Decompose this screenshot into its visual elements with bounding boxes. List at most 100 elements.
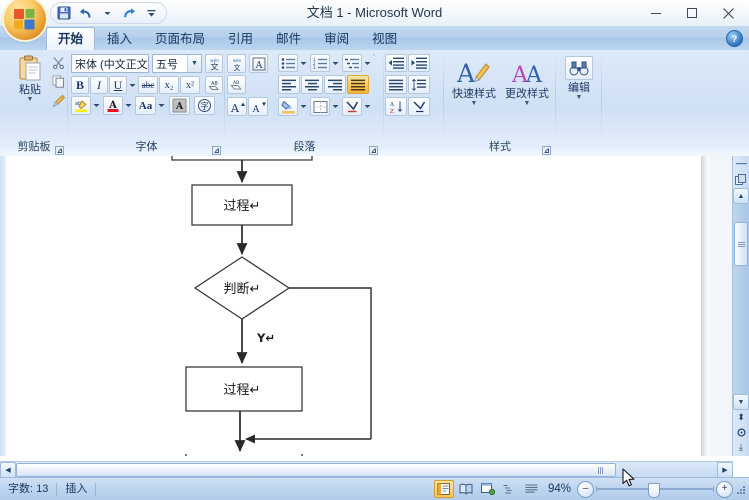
increase-indent-button[interactable] bbox=[408, 54, 430, 72]
align-center-button[interactable] bbox=[301, 75, 323, 94]
underline-chevron-down-icon[interactable] bbox=[127, 76, 137, 94]
scroll-right-button[interactable]: ▶ bbox=[717, 462, 733, 478]
help-icon[interactable]: ? bbox=[726, 30, 743, 47]
justify-button[interactable] bbox=[347, 75, 369, 94]
font-name-combo[interactable]: 宋体 (中文正文) ▼ bbox=[71, 54, 149, 73]
editing-caret-icon[interactable]: ▼ bbox=[576, 94, 583, 101]
paste-button[interactable]: 粘贴 ▼ bbox=[8, 54, 52, 103]
undo-icon[interactable] bbox=[77, 5, 94, 21]
show-formatting-marks-button[interactable] bbox=[342, 97, 362, 116]
flowchart[interactable]: 过程↵ 判断↵ Y↵ 过程↵ bbox=[6, 156, 709, 456]
character-border-button[interactable]: A bbox=[249, 54, 268, 73]
paragraph-dialog-launcher[interactable] bbox=[369, 144, 378, 155]
undo-dropdown-icon[interactable] bbox=[99, 5, 116, 21]
tab-page-layout[interactable]: 页面布局 bbox=[144, 29, 216, 50]
align-left-button[interactable] bbox=[278, 75, 300, 94]
marks-chevron-down-icon[interactable] bbox=[362, 97, 372, 116]
scroll-left-button[interactable]: ◀ bbox=[0, 462, 16, 478]
scroll-down-button[interactable]: ▼ bbox=[733, 394, 749, 410]
insert-mode-label[interactable]: 插入 bbox=[57, 480, 95, 498]
shape-start[interactable] bbox=[171, 156, 313, 161]
sort-button[interactable]: A Z bbox=[385, 97, 407, 116]
close-button[interactable] bbox=[711, 1, 745, 25]
document-page[interactable]: 过程↵ 判断↵ Y↵ 过程↵ bbox=[6, 156, 709, 456]
enclose-character-button[interactable]: 字 bbox=[194, 96, 215, 115]
underline-button[interactable]: U bbox=[109, 76, 127, 94]
redo-icon[interactable] bbox=[121, 5, 138, 21]
paragraph-marks-toggle[interactable] bbox=[408, 97, 430, 116]
copy-button[interactable] bbox=[50, 73, 67, 90]
horizontal-scrollbar[interactable]: ◀ ▶ bbox=[0, 461, 733, 478]
font-size-chevron-down-icon[interactable]: ▼ bbox=[187, 55, 201, 72]
clear-all-formatting-button[interactable]: AB bbox=[227, 75, 246, 94]
select-browse-object-button[interactable] bbox=[733, 424, 749, 440]
tab-home[interactable]: 开始 bbox=[46, 27, 96, 50]
pinyin-button[interactable]: wén 文 bbox=[227, 54, 246, 73]
bullets-button[interactable] bbox=[278, 54, 298, 72]
zoom-out-button[interactable]: – bbox=[577, 480, 594, 498]
tab-view[interactable]: 视图 bbox=[361, 29, 408, 50]
customize-qat-icon[interactable] bbox=[143, 5, 160, 21]
zoom-slider[interactable] bbox=[596, 481, 714, 498]
previous-page-button[interactable]: ⬍ bbox=[733, 409, 749, 425]
clear-formatting-button[interactable]: AB bbox=[205, 76, 223, 94]
font-color-chevron-down-icon[interactable] bbox=[123, 96, 133, 115]
multilevel-chevron-down-icon[interactable] bbox=[362, 54, 372, 72]
font-size-combo[interactable]: 五号 ▼ bbox=[152, 54, 202, 73]
bullets-chevron-down-icon[interactable] bbox=[298, 54, 308, 72]
borders-chevron-down-icon[interactable] bbox=[330, 97, 340, 116]
tab-references[interactable]: 引用 bbox=[217, 29, 264, 50]
save-icon[interactable] bbox=[55, 5, 72, 21]
zoom-in-button[interactable]: + bbox=[716, 480, 733, 498]
phonetic-guide-button[interactable]: wén 文 bbox=[205, 54, 223, 73]
strikethrough-button[interactable]: abc bbox=[138, 76, 158, 94]
styles-dialog-launcher[interactable] bbox=[542, 144, 551, 155]
line-spacing-button[interactable] bbox=[408, 75, 430, 94]
zoom-slider-handle[interactable] bbox=[648, 483, 660, 498]
highlight-chevron-down-icon[interactable] bbox=[91, 96, 101, 115]
find-icon-frame[interactable] bbox=[565, 56, 593, 80]
horizontal-scroll-thumb[interactable] bbox=[16, 463, 616, 477]
quick-styles-caret-icon[interactable]: ▼ bbox=[471, 100, 478, 107]
superscript-button[interactable]: x² bbox=[180, 76, 200, 94]
change-styles-button[interactable]: A A 更改样式 ▼ bbox=[501, 58, 553, 107]
view-web-layout-button[interactable] bbox=[478, 480, 498, 498]
format-painter-button[interactable] bbox=[50, 92, 67, 109]
bold-button[interactable]: B bbox=[71, 76, 89, 94]
tab-insert[interactable]: 插入 bbox=[96, 29, 143, 50]
view-outline-button[interactable] bbox=[500, 480, 520, 498]
editing-button[interactable]: 编辑 ▼ bbox=[560, 56, 598, 101]
shape-process3[interactable] bbox=[185, 454, 303, 456]
cut-button[interactable] bbox=[50, 54, 67, 71]
numbering-chevron-down-icon[interactable] bbox=[330, 54, 340, 72]
change-case-button[interactable]: Aa bbox=[135, 96, 156, 115]
clipboard-dialog-launcher[interactable] bbox=[55, 144, 64, 155]
distributed-align-button[interactable] bbox=[385, 75, 407, 94]
subscript-button[interactable]: x₂ bbox=[159, 76, 179, 94]
next-page-button[interactable]: ⤓ bbox=[733, 439, 749, 455]
multilevel-list-button[interactable] bbox=[342, 54, 362, 72]
italic-button[interactable]: I bbox=[90, 76, 108, 94]
borders-button[interactable] bbox=[310, 97, 330, 116]
select-browse-object-top-icon[interactable] bbox=[734, 172, 748, 187]
font-dialog-launcher[interactable] bbox=[212, 144, 221, 155]
paste-caret-icon[interactable]: ▼ bbox=[27, 96, 34, 103]
vertical-scrollbar[interactable]: ▲ ▼ ⬍ ⤓ bbox=[732, 156, 749, 456]
character-shading-button[interactable]: A bbox=[169, 96, 190, 115]
shading-chevron-down-icon[interactable] bbox=[298, 97, 308, 116]
text-highlight-button[interactable]: ab bbox=[71, 96, 91, 115]
tab-review[interactable]: 审阅 bbox=[313, 29, 360, 50]
zoom-level-label[interactable]: 94% bbox=[542, 483, 577, 495]
view-draft-button[interactable] bbox=[522, 480, 542, 498]
document-area[interactable]: 过程↵ 判断↵ Y↵ 过程↵ bbox=[0, 156, 749, 456]
view-full-screen-reading-button[interactable] bbox=[456, 480, 476, 498]
font-color-button[interactable]: A bbox=[103, 96, 123, 115]
word-count-label[interactable]: 字数: 13 bbox=[0, 480, 56, 498]
tab-mailings[interactable]: 邮件 bbox=[265, 29, 312, 50]
align-right-button[interactable] bbox=[324, 75, 346, 94]
resize-grip-icon[interactable] bbox=[733, 482, 747, 496]
vertical-scroll-thumb[interactable] bbox=[734, 222, 748, 266]
grow-font-button[interactable]: A bbox=[227, 97, 247, 116]
change-case-chevron-down-icon[interactable] bbox=[156, 96, 166, 115]
numbering-button[interactable]: 1 2 3 bbox=[310, 54, 330, 72]
